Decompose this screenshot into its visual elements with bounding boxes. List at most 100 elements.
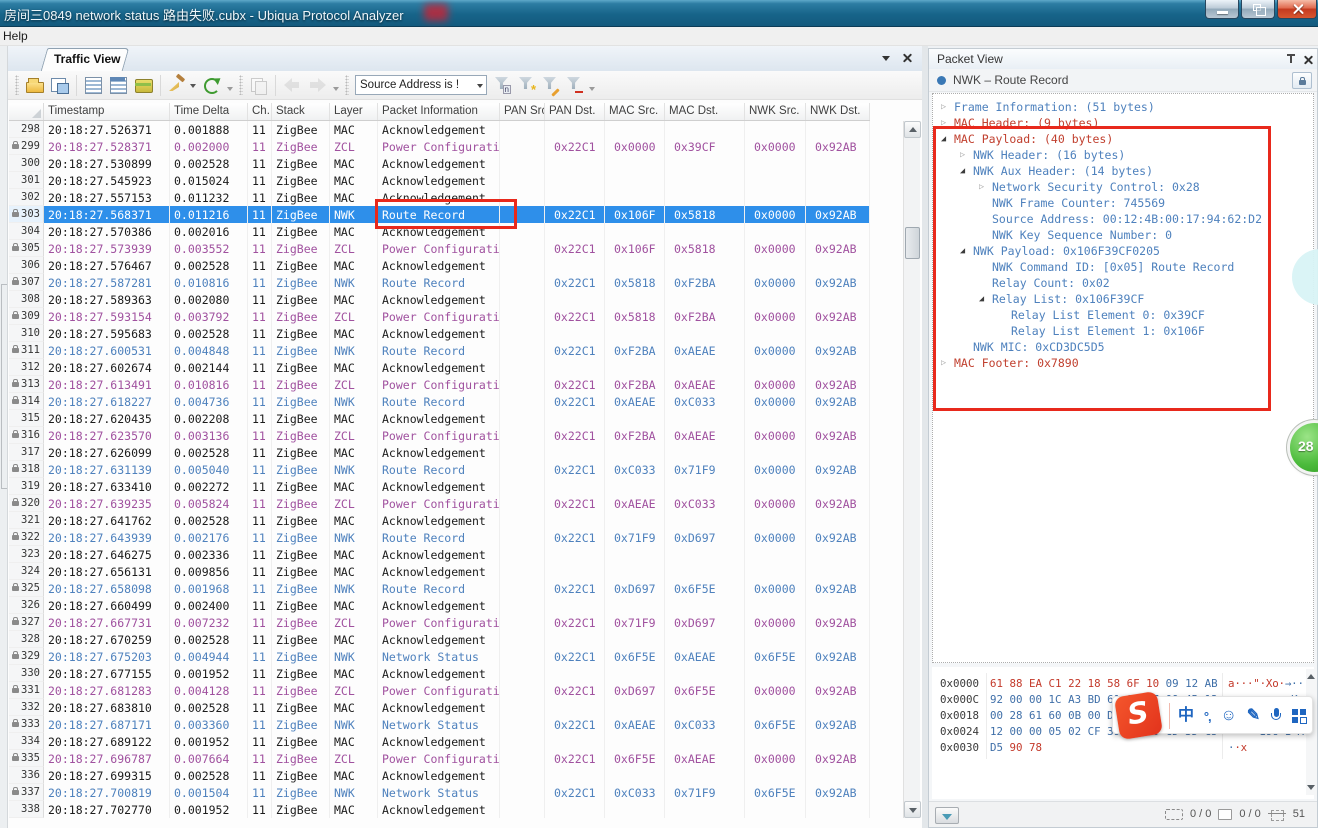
table-row[interactable]: 33720:18:27.7008190.00150411ZigBeeNWKNet… <box>9 784 903 801</box>
table-row[interactable]: 33820:18:27.7027700.00195211ZigBeeMACAck… <box>9 801 903 818</box>
device-database-button[interactable] <box>132 74 155 96</box>
toolbar-overflow-icon[interactable] <box>332 76 340 94</box>
table-row[interactable]: 31920:18:27.6334100.00227211ZigBeeMACAck… <box>9 478 903 495</box>
table-row[interactable]: 32720:18:27.6677310.00723211ZigBeeZCLPow… <box>9 614 903 631</box>
scroll-up-button[interactable] <box>904 121 921 138</box>
table-row[interactable]: 29820:18:27.5263710.00188811ZigBeeMACAck… <box>9 121 903 138</box>
minimize-button[interactable] <box>1205 0 1239 19</box>
tab-list-dropdown-icon[interactable] <box>882 56 890 61</box>
toolbox-grid-icon[interactable] <box>1292 709 1306 723</box>
table-row[interactable]: 33020:18:27.6771550.00195211ZigBeeMACAck… <box>9 665 903 682</box>
capture-settings-button[interactable] <box>200 74 223 96</box>
toolbar-grip[interactable] <box>15 75 19 95</box>
hex-row[interactable]: 0x0030D5 90 78 ··x <box>932 740 1302 756</box>
punctuation-icon[interactable]: °, <box>1204 710 1211 723</box>
table-row[interactable]: 30620:18:27.5764670.00252811ZigBeeMACAck… <box>9 257 903 274</box>
decryption-lock-button[interactable] <box>1292 72 1312 89</box>
table-row[interactable]: 32120:18:27.6417620.00252811ZigBeeMACAck… <box>9 512 903 529</box>
column-header[interactable]: Timestamp <box>44 103 170 120</box>
scroll-down-button[interactable] <box>904 801 921 818</box>
emoji-icon[interactable]: ☺ <box>1221 708 1237 724</box>
table-corner-cell[interactable] <box>9 103 44 120</box>
table-row[interactable]: 30720:18:27.5872810.01081611ZigBeeNWKRou… <box>9 274 903 291</box>
remove-filter-button[interactable] <box>563 74 585 96</box>
table-row[interactable]: 33320:18:27.6871710.00336011ZigBeeNWKNet… <box>9 716 903 733</box>
column-header[interactable]: Stack <box>272 103 330 120</box>
clear-traffic-button[interactable] <box>166 74 189 96</box>
handwriting-pen-icon[interactable]: ✎ <box>1247 708 1260 724</box>
column-header[interactable]: NWK Src. <box>745 103 806 120</box>
toolbar-grip[interactable] <box>239 75 243 95</box>
navigate-forward-button[interactable] <box>306 74 329 96</box>
new-filter-button[interactable]: * <box>515 74 537 96</box>
column-header[interactable]: PAN Dst. <box>545 103 605 120</box>
table-row[interactable]: 31820:18:27.6311390.00504011ZigBeeNWKRou… <box>9 461 903 478</box>
table-row[interactable]: 33520:18:27.6967870.00766411ZigBeeZCLPow… <box>9 750 903 767</box>
column-header[interactable]: Time Delta <box>170 103 248 120</box>
filter-combobox[interactable]: Source Address is ! <box>355 75 487 95</box>
navigate-back-button[interactable] <box>281 74 304 96</box>
table-row[interactable]: 32620:18:27.6604990.00240011ZigBeeMACAck… <box>9 597 903 614</box>
column-header[interactable]: MAC Dst. <box>665 103 745 120</box>
table-row[interactable]: 31320:18:27.6134910.01081611ZigBeeZCLPow… <box>9 376 903 393</box>
table-row[interactable]: 30120:18:27.5459230.01502411ZigBeeMACAck… <box>9 172 903 189</box>
detail-view-button[interactable] <box>107 74 130 96</box>
hex-options-dropdown-button[interactable] <box>935 807 959 824</box>
table-row[interactable]: 33420:18:27.6891220.00195211ZigBeeMACAck… <box>9 733 903 750</box>
list-view-button[interactable] <box>82 74 105 96</box>
table-row[interactable]: 33120:18:27.6812830.00412811ZigBeeZCLPow… <box>9 682 903 699</box>
close-button[interactable] <box>1277 0 1317 19</box>
panel-close-icon[interactable] <box>1302 54 1314 66</box>
scrollbar-thumb[interactable] <box>905 227 920 259</box>
table-row[interactable]: 32820:18:27.6702590.00252811ZigBeeMACAck… <box>9 631 903 648</box>
traffic-vertical-scrollbar[interactable] <box>903 121 920 818</box>
pin-icon[interactable] <box>1286 54 1296 65</box>
column-header[interactable]: PAN Src <box>500 103 545 120</box>
menu-help[interactable]: Help <box>3 29 28 43</box>
toolbar-overflow-icon[interactable] <box>588 76 596 94</box>
tab-traffic-view[interactable]: Traffic View <box>44 48 126 71</box>
dock-splitter[interactable] <box>1 284 7 489</box>
table-row[interactable]: 33220:18:27.6838100.00252811ZigBeeMACAck… <box>9 699 903 716</box>
table-row[interactable]: 31620:18:27.6235700.00313611ZigBeeZCLPow… <box>9 427 903 444</box>
table-row[interactable]: 32220:18:27.6439390.00217611ZigBeeNWKRou… <box>9 529 903 546</box>
table-row[interactable]: 32520:18:27.6580980.00196811ZigBeeNWKRou… <box>9 580 903 597</box>
language-mode-icon[interactable]: 中 <box>1178 708 1194 724</box>
table-row[interactable]: 30020:18:27.5308990.00252811ZigBeeMACAck… <box>9 155 903 172</box>
column-header[interactable]: Ch. <box>248 103 272 120</box>
table-row[interactable]: 30920:18:27.5931540.00379211ZigBeeZCLPow… <box>9 308 903 325</box>
apply-filter-button[interactable]: n <box>491 74 513 96</box>
table-row[interactable]: 31720:18:27.6260990.00252811ZigBeeMACAck… <box>9 444 903 461</box>
tree-item[interactable]: ▷Frame Information: (51 bytes) <box>933 99 1313 115</box>
tree-expander-icon[interactable]: ▷ <box>941 99 946 115</box>
toolbar-overflow-icon[interactable] <box>226 76 234 94</box>
table-row[interactable]: 29920:18:27.5283710.00200011ZigBeeZCLPow… <box>9 138 903 155</box>
table-row[interactable]: 30520:18:27.5739390.00355211ZigBeeZCLPow… <box>9 240 903 257</box>
table-row[interactable]: 32920:18:27.6752030.00494411ZigBeeNWKNet… <box>9 648 903 665</box>
sogou-logo-icon[interactable]: S <box>1114 691 1163 740</box>
table-row[interactable]: 30820:18:27.5893630.00208011ZigBeeMACAck… <box>9 291 903 308</box>
edit-filter-button[interactable] <box>539 74 561 96</box>
clear-options-dropdown-icon[interactable] <box>190 75 197 95</box>
table-row[interactable]: 31520:18:27.6204350.00220811ZigBeeMACAck… <box>9 410 903 427</box>
table-row[interactable]: 31120:18:27.6005310.00484811ZigBeeNWKRou… <box>9 342 903 359</box>
hex-row[interactable]: 0x000061 88 EA C1 22 18 58 6F 10 09 12 A… <box>932 676 1302 692</box>
column-header[interactable]: NWK Dst. <box>806 103 870 120</box>
table-row[interactable]: 31420:18:27.6182270.00473611ZigBeeNWKRou… <box>9 393 903 410</box>
tab-close-icon[interactable] <box>901 52 913 64</box>
open-file-button[interactable] <box>23 74 46 96</box>
column-header[interactable]: Packet Information <box>378 103 500 120</box>
column-header[interactable]: Layer <box>330 103 378 120</box>
copy-button[interactable] <box>247 74 270 96</box>
save-capture-button[interactable] <box>48 74 71 96</box>
table-row[interactable]: 32420:18:27.6561310.00985611ZigBeeMACAck… <box>9 563 903 580</box>
table-row[interactable]: 31220:18:27.6026740.00214411ZigBeeMACAck… <box>9 359 903 376</box>
table-row[interactable]: 32320:18:27.6462750.00233611ZigBeeMACAck… <box>9 546 903 563</box>
table-row[interactable]: 32020:18:27.6392350.00582411ZigBeeZCLPow… <box>9 495 903 512</box>
microphone-icon[interactable] <box>1270 707 1282 725</box>
table-row[interactable]: 33620:18:27.6993150.00252811ZigBeeMACAck… <box>9 767 903 784</box>
toolbar-grip[interactable] <box>345 75 349 95</box>
restore-button[interactable] <box>1241 0 1275 19</box>
table-row[interactable]: 31020:18:27.5956830.00252811ZigBeeMACAck… <box>9 325 903 342</box>
column-header[interactable]: MAC Src. <box>605 103 665 120</box>
